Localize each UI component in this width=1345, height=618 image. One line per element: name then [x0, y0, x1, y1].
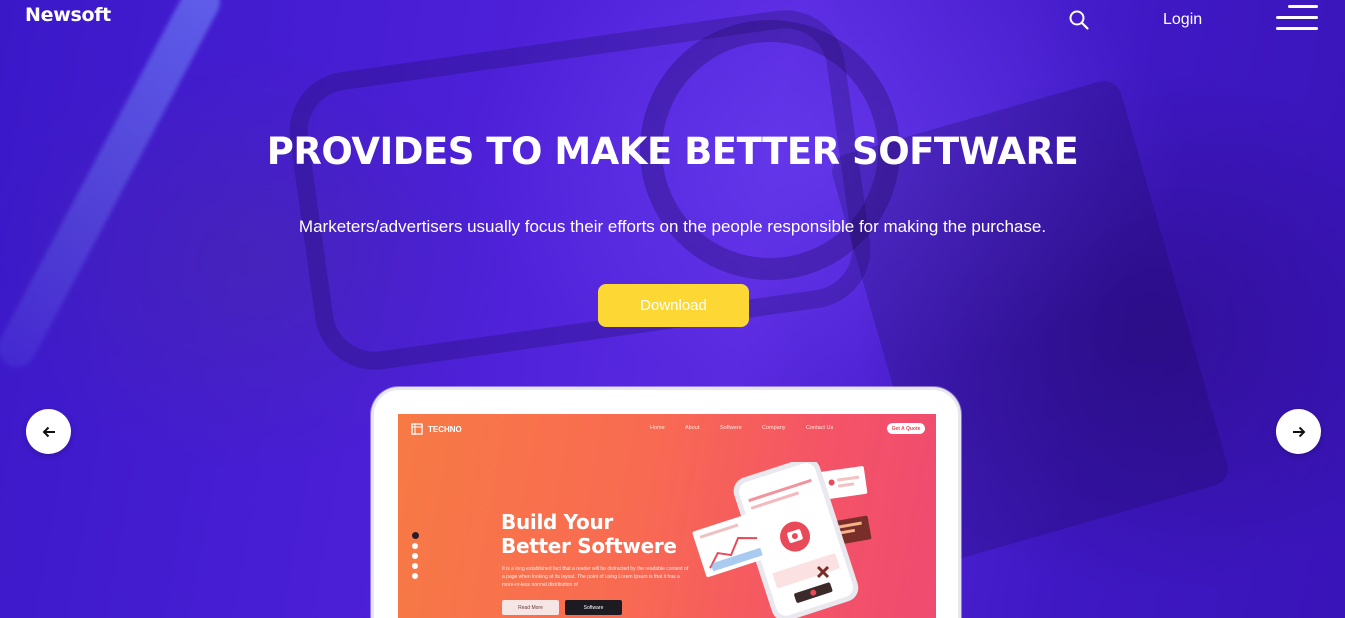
search-button[interactable] — [1068, 9, 1090, 31]
techno-logo-icon — [411, 423, 423, 435]
mockup-nav-about: About — [685, 425, 700, 431]
login-link[interactable]: Login — [1163, 11, 1202, 29]
hamburger-menu-icon-bar-bottom — [1276, 27, 1318, 30]
hamburger-menu-icon-bar-middle — [1276, 16, 1318, 19]
mockup-nav-contact: Contact Us — [806, 425, 834, 431]
mockup-title: Build Your Better Softwere — [501, 510, 721, 558]
mockup-screen: TECHNO Home About Softwere Company Conta… — [398, 414, 936, 618]
mockup-nav-company: Company — [762, 425, 786, 431]
download-button[interactable]: Download — [598, 284, 749, 327]
hamburger-menu-icon-bar-top — [1288, 5, 1318, 8]
arrow-left-icon — [42, 426, 55, 437]
background-camera-body — [281, 2, 879, 378]
hero-section: Newsoft Login PROVIDES TO MAKE BETTER SO… — [0, 0, 1345, 618]
mockup-title-line2: Better Softwere — [501, 534, 677, 558]
mockup-dot — [412, 573, 418, 579]
arrow-right-icon — [1292, 426, 1305, 437]
mockup-read-more-button: Read More — [502, 600, 559, 615]
mockup-nav-home: Home — [650, 425, 665, 431]
mockup-logo: TECHNO — [410, 422, 462, 436]
mockup-software-button: Software — [565, 600, 622, 615]
mockup-quote-button: Get A Quote — [887, 423, 925, 434]
mockup-slide-dots — [412, 532, 419, 583]
brand-logo[interactable]: Newsoft — [25, 4, 111, 26]
mockup-body-text: It is a long established fact that a rea… — [502, 566, 689, 588]
laptop-mockup: TECHNO Home About Softwere Company Conta… — [371, 387, 961, 618]
mockup-dot — [412, 553, 418, 559]
mockup-dot-active — [412, 532, 419, 539]
hero-subline: Marketers/advertisers usually focus thei… — [298, 217, 1047, 236]
menu-button[interactable] — [1276, 3, 1318, 33]
mockup-dot — [412, 543, 418, 549]
mockup-title-line1: Build Your — [501, 510, 613, 534]
phone-illustration — [692, 462, 872, 618]
mockup-logo-text: TECHNO — [428, 424, 462, 434]
background-light-beam — [0, 0, 227, 374]
slider-prev-button[interactable] — [26, 409, 71, 454]
mockup-nav-softwere: Softwere — [720, 425, 742, 431]
slider-next-button[interactable] — [1276, 409, 1321, 454]
mockup-dot — [412, 563, 418, 569]
search-icon — [1069, 10, 1089, 30]
hero-headline: PROVIDES TO MAKE BETTER SOFTWARE — [266, 130, 1079, 173]
